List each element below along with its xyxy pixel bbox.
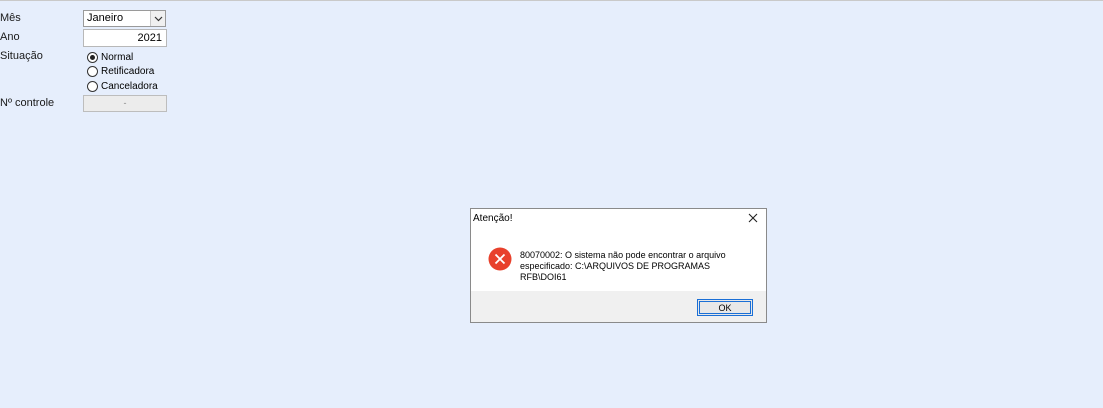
year-label: Ano [0, 31, 20, 43]
top-divider [0, 0, 1103, 1]
month-label: Mês [0, 12, 21, 24]
situation-radio-group: Normal Retificadora Canceladora [83, 48, 167, 94]
radio-canceladora[interactable]: Canceladora [87, 79, 158, 93]
radio-normal[interactable]: Normal [87, 50, 133, 64]
chevron-down-icon[interactable] [150, 11, 165, 26]
close-icon[interactable] [746, 211, 760, 225]
dialog-footer: OK [471, 291, 766, 322]
month-value: Janeiro [87, 12, 124, 24]
radio-checked-icon [87, 51, 98, 63]
radio-retificadora[interactable]: Retificadora [87, 64, 154, 78]
radio-retificadora-label: Retificadora [101, 65, 155, 77]
radio-canceladora-label: Canceladora [101, 80, 158, 92]
year-input[interactable]: 2021 [83, 29, 167, 47]
radio-unchecked-icon [87, 80, 98, 92]
dialog-title: Atenção! [473, 213, 513, 224]
radio-normal-label: Normal [101, 51, 134, 63]
dialog-message: 80070002: O sistema não pode encontrar o… [520, 250, 726, 282]
control-number-label: Nº controle [0, 97, 55, 109]
error-icon [488, 247, 512, 271]
radio-unchecked-icon [87, 65, 98, 77]
control-number-field[interactable]: - [83, 95, 167, 112]
ok-button[interactable]: OK [697, 299, 753, 316]
month-select[interactable]: Janeiro [83, 10, 166, 27]
error-dialog: Atenção! 80070002: O sistema não pode en… [470, 208, 767, 323]
situation-label: Situação [0, 50, 43, 62]
